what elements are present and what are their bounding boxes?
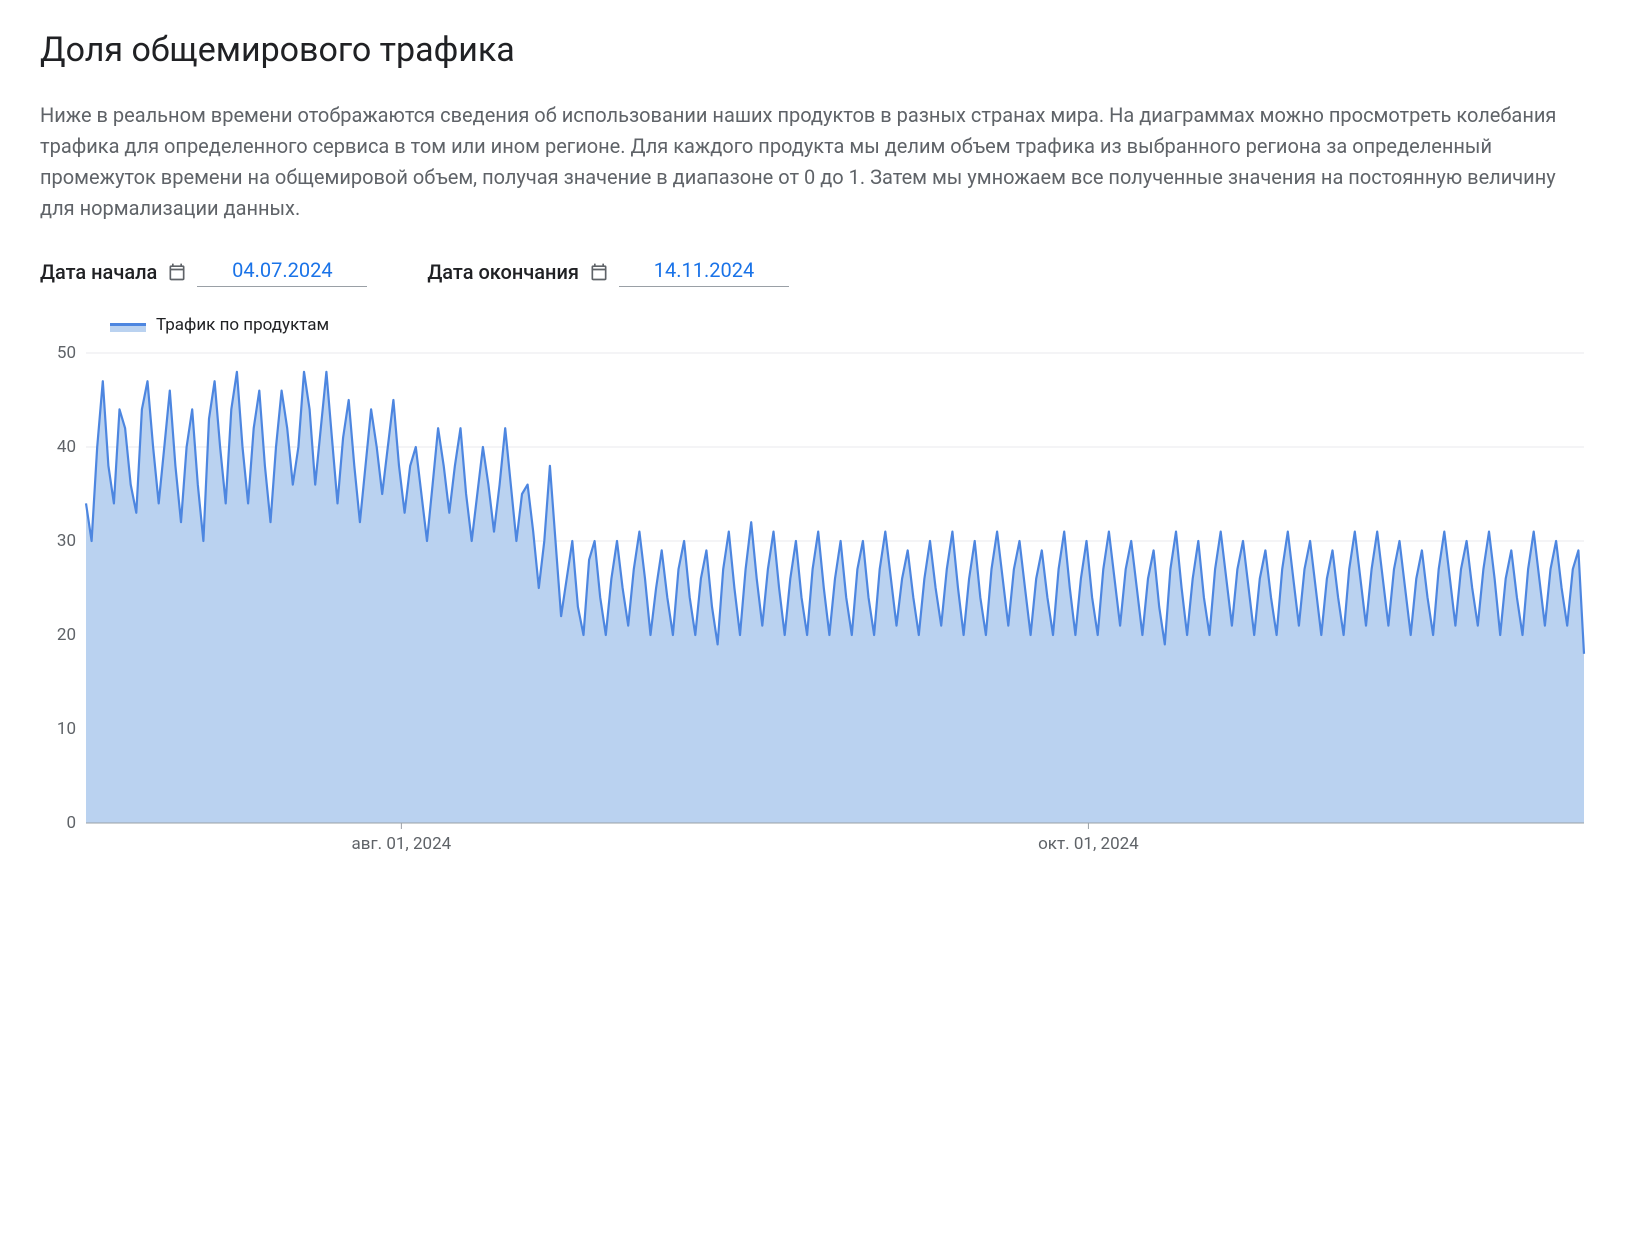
svg-text:окт. 01, 2024: окт. 01, 2024: [1038, 834, 1139, 854]
svg-text:30: 30: [57, 531, 76, 551]
legend-label: Трафик по продуктам: [156, 315, 329, 335]
svg-text:0: 0: [66, 813, 76, 833]
traffic-chart: 0 10 20 30 40 50 авг. 01, 2024 окт. 01, 2024: [40, 343, 1590, 868]
svg-text:50: 50: [57, 343, 76, 363]
page-title: Доля общемирового трафика: [40, 30, 1592, 70]
date-start-field: Дата начала 04.07.2024: [40, 256, 367, 287]
date-end-field: Дата окончания 14.11.2024: [427, 256, 789, 287]
legend: Трафик по продуктам: [110, 315, 1592, 335]
calendar-icon[interactable]: [589, 262, 609, 282]
date-end-label: Дата окончания: [427, 260, 579, 284]
svg-text:авг. 01, 2024: авг. 01, 2024: [352, 834, 452, 854]
description-text: Ниже в реальном времени отображаются све…: [40, 100, 1590, 224]
date-end-input[interactable]: 14.11.2024: [619, 256, 789, 287]
calendar-icon[interactable]: [167, 262, 187, 282]
date-start-label: Дата начала: [40, 260, 157, 284]
svg-text:40: 40: [57, 437, 76, 457]
svg-text:20: 20: [57, 625, 76, 645]
svg-text:10: 10: [57, 719, 76, 739]
date-start-input[interactable]: 04.07.2024: [197, 256, 367, 287]
date-controls: Дата начала 04.07.2024 Дата окончания 14…: [40, 256, 1592, 287]
legend-swatch-icon: [110, 318, 146, 332]
